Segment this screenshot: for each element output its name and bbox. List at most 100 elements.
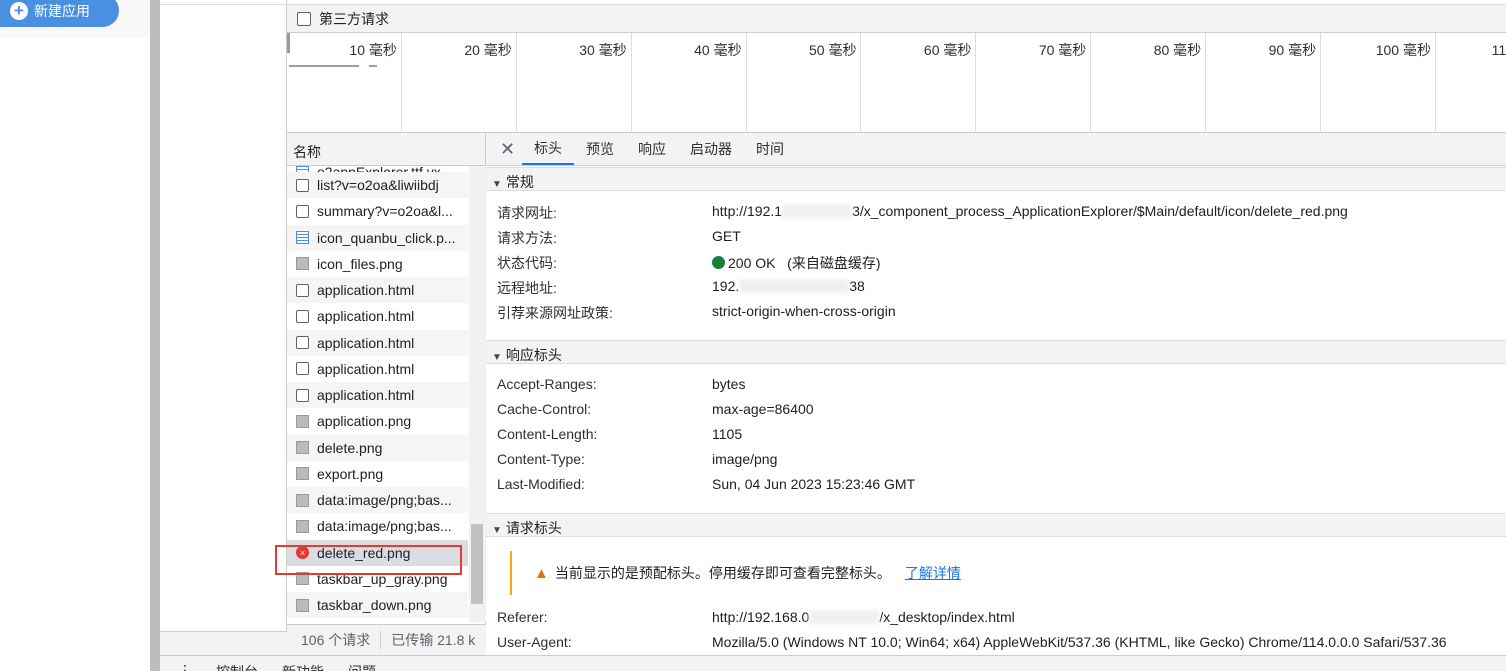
request-details: ✕ 标头 预览 响应 启动器 时间 ▼ 常规 请求网址: http://192.1 3/x_c… (486, 133, 1506, 655)
kv-referrer-policy: 引荐来源网址政策: strict-origin-when-cross-origin (497, 303, 896, 321)
response-header-row: Last-Modified: Sun, 04 Jun 2023 15:23:46 … (497, 476, 916, 492)
kv-request-method: 请求方法: GET (497, 228, 741, 246)
request-row[interactable]: application.png (287, 408, 468, 434)
request-row[interactable]: icon_files.png (287, 251, 468, 277)
request-row[interactable]: taskbar_down.png (287, 592, 468, 618)
section-request-headers[interactable]: ▼ 请求标头 (486, 513, 1506, 537)
request-row[interactable]: delete.png (287, 434, 468, 461)
tab-3[interactable]: 启动器 (678, 133, 744, 165)
new-app-button[interactable]: + 新建应用 (0, 0, 119, 27)
request-name: list?v=o2oa&liwiibdj (317, 177, 439, 193)
request-row[interactable]: application.html (287, 329, 468, 356)
detail-tabs: ✕ 标头 预览 响应 启动器 时间 (486, 133, 1506, 166)
request-list: 名称 o2appExplorer.ttf.yx...list?v=o2oa&li… (287, 133, 486, 655)
request-name: data:image/png;bas... (317, 492, 452, 508)
section-general[interactable]: ▼ 常规 (486, 167, 1506, 191)
learn-more-link[interactable]: 了解详情 (905, 563, 961, 583)
image-icon (296, 414, 309, 428)
drawer-tabs: ⋮ 控制台 新功能 问题 (160, 655, 1506, 671)
request-row[interactable]: summary?v=o2oa&l... (287, 198, 468, 224)
tab-4[interactable]: 时间 (744, 133, 796, 165)
document-icon (296, 178, 309, 192)
status-ok-icon (712, 256, 725, 269)
request-row[interactable]: data:image/png;bas... (287, 487, 468, 513)
document-icon (296, 388, 309, 402)
triangle-down-icon: ▼ (492, 352, 502, 363)
request-name: export.png (317, 465, 384, 482)
request-list-scrollbar[interactable] (469, 166, 486, 622)
timeline-overview[interactable]: 10 毫秒 20 毫秒 30 毫秒 40 毫秒 50 毫秒 60 毫秒 70 毫秒 80 毫秒… (287, 33, 1506, 133)
plus-icon: + (10, 1, 28, 20)
timeline-tick: 50 毫秒 (747, 33, 862, 133)
image-icon (296, 598, 309, 612)
document-icon (296, 283, 309, 297)
response-header-row: Accept-Ranges: bytes (497, 376, 746, 392)
new-app-label: 新建应用 (34, 2, 90, 19)
timeline-tick: 30 毫秒 (517, 33, 632, 133)
request-name: application.html (317, 387, 415, 403)
timeline-tick: 20 毫秒 (402, 33, 517, 133)
document-icon (296, 336, 309, 349)
devtools-resize-handle[interactable] (150, 0, 160, 671)
provisional-headers-warning: ▲ 当前显示的是预配标头。停用缓存即可查看完整标头。 了解详情 (510, 551, 1500, 595)
timeline-tick: 70 毫秒 (976, 33, 1092, 133)
tab-0[interactable]: 标头 (522, 133, 574, 165)
timeline-tick: 110 毫秒 (1436, 33, 1506, 133)
app-page: + 新建应用 (0, 0, 150, 671)
request-row[interactable]: application.html (287, 303, 468, 329)
request-count: 106 个请求 (301, 632, 371, 648)
warning-icon: ▲ (534, 564, 549, 582)
response-header-row: Cache-Control: max-age=86400 (497, 401, 814, 417)
request-name: taskbar_down.png (317, 597, 432, 613)
devtools-sidebar-pane (160, 0, 287, 655)
filter-bar: 第三方请求 (287, 4, 1506, 33)
timeline-tick: 40 毫秒 (632, 33, 747, 133)
timeline-tick: 100 毫秒 (1321, 33, 1436, 133)
status-bar: 106 个请求 已传输 21.8 k (287, 624, 486, 655)
highlight-box (275, 545, 462, 575)
image-icon (296, 467, 309, 481)
request-name: application.html (317, 360, 415, 377)
third-party-checkbox[interactable] (297, 11, 311, 26)
timeline-tick: 60 毫秒 (862, 33, 977, 133)
document-icon (296, 309, 309, 323)
request-name: application.png (317, 413, 412, 430)
timeline-tick: 90 毫秒 (1206, 33, 1322, 133)
section-response-headers[interactable]: ▼ 响应标头 (486, 340, 1506, 364)
request-row[interactable]: data:image/png;bas... (287, 513, 468, 539)
request-row[interactable]: list?v=o2oa&liwiibdj (287, 172, 468, 198)
more-icon[interactable]: ⋮ (178, 662, 192, 671)
triangle-down-icon: ▼ (492, 179, 502, 190)
transferred-size: 已传输 21.8 k (391, 632, 476, 648)
response-header-row: Content-Length: 1105 (497, 426, 743, 442)
tab-2[interactable]: 响应 (626, 133, 678, 165)
request-row[interactable]: application.html (287, 382, 468, 408)
close-icon[interactable]: ✕ (500, 133, 522, 165)
drawer-tab[interactable]: 新功能 (282, 662, 324, 671)
drawer-tab[interactable]: 问题 (348, 662, 376, 671)
tab-1[interactable]: 预览 (574, 133, 626, 165)
request-row[interactable]: export.png (287, 461, 468, 487)
request-row[interactable]: application.html (287, 277, 468, 303)
request-name: delete.png (317, 439, 383, 456)
request-row[interactable]: icon_quanbu_click.p... (287, 224, 468, 251)
request-name: application.html (317, 334, 415, 351)
kv-remote-address: 远程地址: 192. 38 (497, 278, 865, 296)
image-icon (296, 231, 309, 244)
network-panel: 第三方请求 10 毫秒 20 毫秒 30 毫秒 40 毫秒 50 毫秒 60 毫秒 70 毫… (287, 0, 1506, 655)
document-icon (296, 362, 309, 376)
triangle-down-icon: ▼ (492, 525, 502, 536)
image-icon (296, 519, 309, 533)
request-name: summary?v=o2oa&l... (317, 203, 453, 220)
kv-referer: Referer: http://192.168.0/x_desktop/index… (497, 609, 1015, 625)
request-row[interactable]: application.html (287, 356, 468, 382)
kv-status-code: 状态代码: 200 OK (来自磁盘缓存) (497, 255, 881, 271)
request-name: application.html (317, 308, 415, 325)
image-icon (296, 441, 309, 454)
document-icon (296, 204, 309, 218)
timeline-tick: 10 毫秒 (287, 33, 402, 133)
response-header-row: Content-Type: image/png (497, 451, 778, 467)
image-icon (296, 257, 309, 271)
third-party-label: 第三方请求 (319, 10, 389, 27)
drawer-tab[interactable]: 控制台 (216, 662, 258, 671)
